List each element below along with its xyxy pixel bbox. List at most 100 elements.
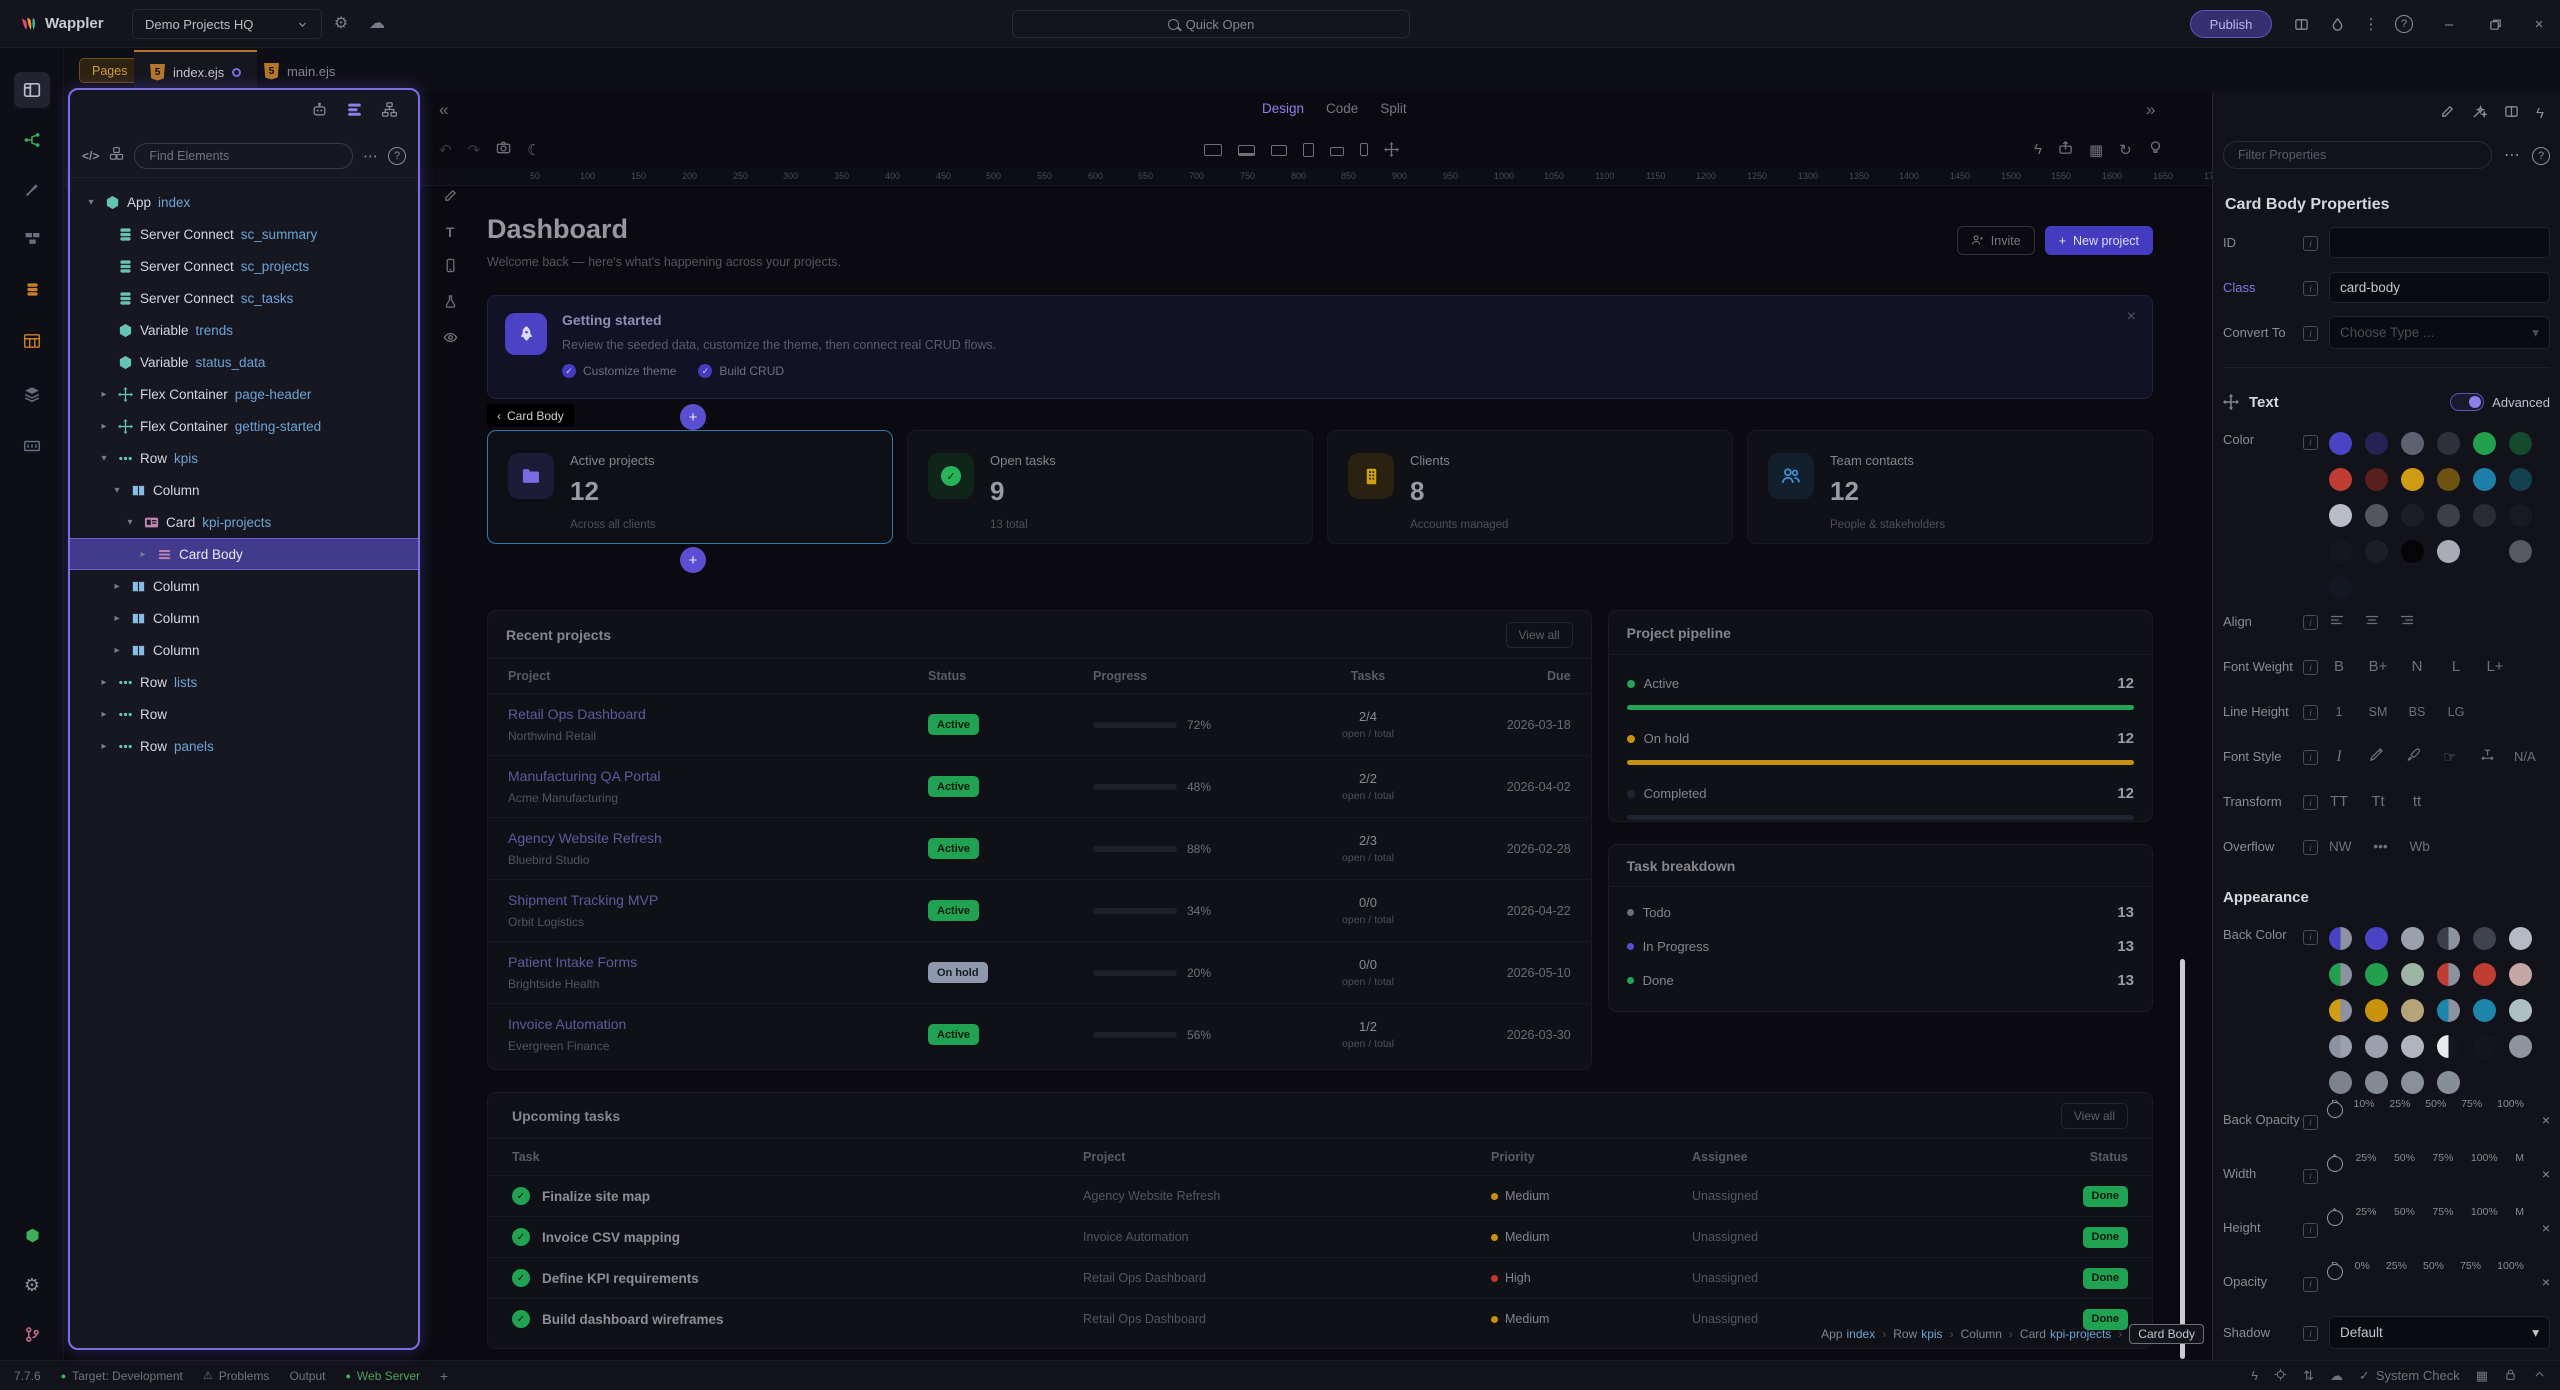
font-weight-option-n[interactable]: N [2407,658,2427,675]
color-swatch[interactable] [2365,432,2388,455]
italic-icon[interactable]: I [2329,748,2349,766]
project-link[interactable]: Retail Ops Dashboard [508,706,646,722]
cloud-status-button[interactable]: ☁ [2330,1368,2343,1384]
color-swatch[interactable] [2473,504,2496,527]
class-field[interactable] [2329,272,2550,303]
tree-item-card-kpi-projects[interactable]: ▾ Card kpi-projects [70,506,418,538]
color-swatch[interactable] [2509,963,2532,986]
refresh-button[interactable]: ↻ [2119,141,2132,159]
color-swatch[interactable] [2437,963,2460,986]
tick-label[interactable]: 75% [2460,1260,2481,1272]
components-button[interactable] [109,146,124,165]
restore-button[interactable] [2478,0,2512,48]
color-swatch[interactable] [2437,1035,2460,1058]
overflow-option-item[interactable]: ••• [2371,839,2391,854]
view-tab-split[interactable]: Split [1380,101,1406,116]
grid-toggle-button[interactable]: ▦ [2476,1368,2488,1384]
project-link[interactable]: Shipment Tracking MVP [508,892,658,908]
color-swatch[interactable] [2329,576,2352,599]
kpi-card-team-contacts[interactable]: Team contacts 12 People & stakeholders [1747,430,2153,544]
color-swatch[interactable] [2401,1071,2424,1094]
pages-panel-icon[interactable] [14,72,50,108]
clear-opacity-icon[interactable]: × [2542,1274,2550,1290]
tick-label[interactable]: 100% [2497,1098,2524,1110]
color-swatch[interactable] [2329,1071,2352,1094]
color-swatch[interactable] [2329,963,2352,986]
transform-option-tt[interactable]: TT [2329,793,2349,810]
tree-right-chevron-icon[interactable]: ▸ [97,389,111,400]
info-icon[interactable]: i [2303,1223,2318,1238]
device-laptop-button[interactable] [1238,143,1255,160]
system-check-button[interactable]: ✓System Check [2359,1368,2460,1384]
tree-item-row-lists[interactable]: ▸ Row lists [70,666,418,698]
layers-panel-icon[interactable] [14,376,50,412]
slider-thumb[interactable] [2327,1264,2343,1280]
redo-button[interactable]: ↷ [468,141,481,159]
color-swatch[interactable] [2473,468,2496,491]
tree-item-flex-container-getting-started[interactable]: ▸ Flex Container getting-started [70,410,418,442]
edit-props-button[interactable] [2440,104,2455,123]
info-icon[interactable]: i [2303,705,2318,720]
color-swatch[interactable] [2437,927,2460,950]
tree-item-column[interactable]: ▾ Column [70,474,418,506]
align-left-icon[interactable] [2329,612,2345,632]
color-swatch[interactable] [2509,468,2532,491]
help-button[interactable]: ? [2387,0,2421,48]
props-help-button[interactable]: ? [2532,146,2550,165]
clear-height-icon[interactable]: × [2542,1220,2550,1236]
project-settings-button[interactable]: ⚙ [326,9,356,39]
view-all-tasks-button[interactable]: View all [2061,1103,2128,1129]
font-weight-option-b[interactable]: B+ [2368,658,2388,675]
theme-button[interactable] [2320,0,2354,48]
color-swatch[interactable] [2509,540,2532,563]
tree-item-row-kpis[interactable]: ▾ Row kpis [70,442,418,474]
tree-item-column[interactable]: ▸ Column [70,570,418,602]
breadcrumb-item-column[interactable]: Column [1961,1327,2002,1341]
color-swatch[interactable] [2437,999,2460,1022]
add-target-button[interactable]: + [440,1368,448,1384]
collapse-right-icon[interactable]: » [2146,100,2155,120]
tree-down-chevron-icon[interactable]: ▾ [110,485,124,496]
tick-label[interactable]: 50% [2394,1206,2415,1218]
tree-right-chevron-icon[interactable]: ▸ [97,421,111,432]
undo-button[interactable]: ↶ [439,141,452,159]
breadcrumb-item-app-index[interactable]: Appindex [1821,1327,1875,1341]
dark-mode-button[interactable]: ☾ [527,141,540,159]
color-swatch[interactable] [2365,1035,2388,1058]
tick-label[interactable]: 25% [2355,1206,2376,1218]
align-center-icon[interactable] [2364,612,2380,632]
tick-label[interactable]: 75% [2461,1098,2482,1110]
color-swatch[interactable] [2509,504,2532,527]
overflow-option-nw[interactable]: NW [2329,839,2352,854]
typography-button[interactable]: T [446,224,455,241]
project-link[interactable]: Manufacturing QA Portal [508,768,661,784]
sync-files-button[interactable]: ⇅ [2303,1368,2314,1384]
settings-icon[interactable]: ⚙ [14,1267,50,1303]
grid-view-button[interactable]: ▦ [2089,141,2103,159]
node-icon[interactable] [14,1217,50,1253]
tree-item-column[interactable]: ▸ Column [70,602,418,634]
color-swatch[interactable] [2365,927,2388,950]
web-server-button[interactable]: ●Web Server [345,1369,420,1383]
ai-assistant-button[interactable] [311,101,328,123]
export-button[interactable] [2058,140,2073,159]
insert-after-button[interactable]: + [680,547,706,573]
font-weight-option-l[interactable]: L [2446,658,2466,675]
project-link[interactable]: Invoice Automation [508,1016,626,1032]
tab-main-ejs[interactable]: 5 main.ejs [248,50,351,92]
tree-item-row-panels[interactable]: ▸ Row panels [70,730,418,762]
device-phone-landscape-button[interactable] [1330,143,1344,160]
tick-label[interactable]: 100% [2471,1152,2498,1164]
color-swatch[interactable] [2365,540,2388,563]
tick-label[interactable]: M [2515,1206,2524,1218]
tick-label[interactable]: M [2515,1152,2524,1164]
align-right-icon[interactable] [2399,612,2415,632]
tree-item-server-connect-sc-tasks[interactable]: Server Connect sc_tasks [70,282,418,314]
color-swatch[interactable] [2329,927,2352,950]
tick-label[interactable]: 25% [2355,1152,2376,1164]
color-swatch[interactable] [2473,927,2496,950]
container-panel-icon[interactable] [14,428,50,464]
data-table-icon[interactable] [14,323,50,359]
slider-thumb[interactable] [2327,1102,2343,1118]
banner-close-icon[interactable]: × [2127,308,2136,326]
